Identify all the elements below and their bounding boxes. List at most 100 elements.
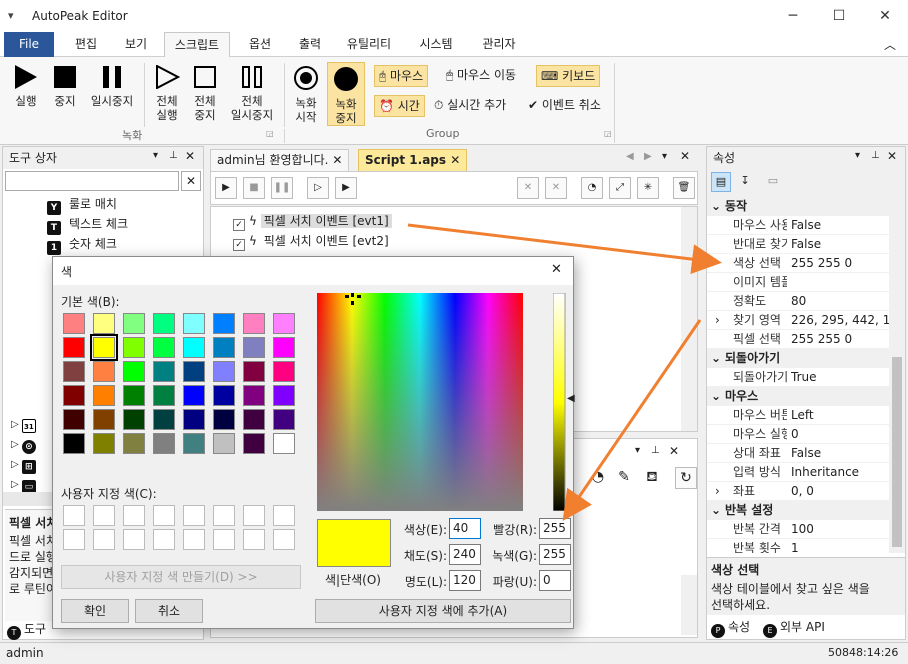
collapse-icon[interactable]: ✳ — [637, 177, 659, 199]
dropdown-icon[interactable]: ▾ — [855, 150, 860, 161]
color-spectrum[interactable] — [317, 293, 523, 511]
cancel-button[interactable]: 취소 — [135, 599, 203, 623]
collapse-icon[interactable]: ⌄ — [707, 197, 725, 216]
red-input[interactable]: 255 — [539, 518, 571, 539]
clear-search-button[interactable]: ✕ — [181, 171, 201, 191]
maximize-button[interactable]: ☐ — [816, 0, 862, 32]
define-custom-colors-button[interactable]: 사용자 지정 색 만들기(D) >> — [61, 565, 301, 589]
luminance-input[interactable]: 120 — [449, 570, 481, 591]
event-cancel-toggle[interactable]: ✔ 이벤트 취소 — [524, 95, 605, 117]
categorized-icon[interactable]: ▤ — [711, 172, 731, 192]
tab-admin[interactable]: 관리자 — [470, 32, 528, 57]
basic-color-swatch[interactable] — [213, 361, 235, 382]
run-button[interactable]: 실행 — [8, 65, 44, 108]
collapse-icon[interactable]: ⌄ — [707, 501, 725, 520]
basic-color-swatch[interactable] — [273, 337, 295, 358]
basic-color-swatch[interactable] — [213, 433, 235, 454]
vertical-scrollbar[interactable] — [889, 197, 905, 553]
property-row[interactable]: 상대 좌표 False — [707, 444, 889, 463]
tab-script[interactable]: 스크립트 — [164, 32, 230, 58]
basic-color-swatch[interactable] — [213, 313, 235, 334]
time-toggle[interactable]: ⏰ 시간 — [374, 95, 425, 117]
basic-color-swatch[interactable] — [93, 361, 115, 382]
close-panel-icon[interactable]: ✕ — [669, 444, 679, 458]
basic-color-swatch[interactable] — [123, 337, 145, 358]
tab-view[interactable]: 보기 — [112, 32, 160, 57]
basic-color-swatch[interactable] — [90, 334, 118, 361]
basic-color-swatch[interactable] — [243, 313, 265, 334]
tab-edit[interactable]: 편집 — [62, 32, 110, 57]
tab-file[interactable]: File — [4, 32, 54, 57]
basic-color-swatch[interactable] — [93, 313, 115, 334]
basic-color-swatch[interactable] — [123, 409, 145, 430]
vertical-scrollbar[interactable] — [681, 575, 697, 635]
property-row[interactable]: 반복 간격 100 — [707, 520, 889, 539]
blue-input[interactable]: 0 — [539, 570, 571, 591]
tab-utility[interactable]: 유틸리티 — [336, 32, 402, 57]
pin-icon[interactable]: ⊥ — [169, 150, 178, 161]
basic-color-swatch[interactable] — [63, 313, 85, 334]
basic-color-swatch[interactable] — [213, 385, 235, 406]
basic-color-swatch[interactable] — [243, 361, 265, 382]
close-tab-icon[interactable]: ✕ — [332, 153, 342, 167]
event-row[interactable]: ✓ ϟ 픽셀 서치 이벤트 [evt2] — [233, 231, 392, 251]
property-row[interactable]: 되돌아가기 True — [707, 368, 889, 387]
custom-color-swatch[interactable] — [183, 505, 205, 526]
delete-icon[interactable]: ✕ — [545, 177, 567, 199]
pause-button[interactable]: 일시중지 — [86, 65, 138, 108]
property-row[interactable]: › 좌표 0, 0 — [707, 482, 889, 501]
custom-color-swatch[interactable] — [93, 505, 115, 526]
property-pages-icon[interactable]: ▭ — [763, 172, 783, 192]
group-launcher-icon[interactable]: ◲ — [604, 129, 612, 138]
event-checkbox[interactable]: ✓ — [233, 219, 245, 231]
property-value[interactable]: True — [791, 368, 889, 387]
property-row[interactable]: 색상 선택 255 255 0 — [707, 254, 889, 273]
record-start-button[interactable]: 녹화 시작 — [288, 65, 324, 124]
basic-color-swatch[interactable] — [183, 433, 205, 454]
pin-icon[interactable]: ⊥ — [651, 445, 660, 456]
custom-color-swatch[interactable] — [93, 529, 115, 550]
basic-color-swatch[interactable] — [243, 409, 265, 430]
tree-group-calendar[interactable]: ▷ 31 — [11, 415, 44, 435]
event-checkbox[interactable]: ✓ — [233, 239, 245, 251]
dialog-close-button[interactable]: ✕ — [551, 262, 562, 277]
property-value[interactable]: Left — [791, 406, 889, 425]
tab-system[interactable]: 시스템 — [408, 32, 464, 57]
basic-color-swatch[interactable] — [183, 385, 205, 406]
custom-color-swatch[interactable] — [183, 529, 205, 550]
expand-icon[interactable]: › — [715, 311, 720, 330]
mouse-toggle[interactable]: 🖰 마우스 — [374, 65, 429, 87]
tab-list-icon[interactable]: ▾ — [662, 151, 667, 162]
custom-color-swatch[interactable] — [153, 505, 175, 526]
basic-color-swatch[interactable] — [93, 409, 115, 430]
basic-color-swatch[interactable] — [123, 385, 145, 406]
basic-color-swatch[interactable] — [153, 385, 175, 406]
dropdown-icon[interactable]: ▾ — [635, 445, 640, 456]
tree-group-target[interactable]: ▷ ⊙ — [11, 435, 44, 455]
basic-color-swatch[interactable] — [273, 409, 295, 430]
property-category[interactable]: ⌄ 마우스 — [707, 387, 889, 406]
basic-color-swatch[interactable] — [273, 361, 295, 382]
custom-color-swatch[interactable] — [273, 505, 295, 526]
luminance-slider[interactable] — [553, 293, 567, 511]
external-api-tab[interactable]: E 외부 API — [763, 617, 825, 638]
property-value[interactable]: 255 255 0 — [791, 330, 889, 349]
minimize-button[interactable]: ─ — [770, 0, 816, 32]
record-stop-button[interactable]: 녹화 중지 — [327, 62, 365, 126]
tab-output[interactable]: 출력 — [286, 32, 334, 57]
property-value[interactable]: False — [791, 235, 889, 254]
property-row[interactable]: 이미지 템플릿 — [707, 273, 889, 292]
property-value[interactable]: False — [791, 216, 889, 235]
basic-color-swatch[interactable] — [273, 433, 295, 454]
basic-color-swatch[interactable] — [153, 433, 175, 454]
close-button[interactable]: ✕ — [862, 0, 908, 32]
basic-color-swatch[interactable] — [123, 313, 145, 334]
custom-color-swatch[interactable] — [243, 505, 265, 526]
vertical-scrollbar[interactable] — [681, 207, 697, 431]
basic-color-swatch[interactable] — [273, 385, 295, 406]
run-all-button[interactable]: 전체 실행 — [150, 64, 184, 122]
property-row[interactable]: 마우스 사용 False — [707, 216, 889, 235]
property-row[interactable]: › 찾기 영역 226, 295, 442, 16 — [707, 311, 889, 330]
doc-tab-script[interactable]: Script 1.aps ✕ — [358, 149, 468, 171]
custom-color-swatch[interactable] — [63, 529, 85, 550]
